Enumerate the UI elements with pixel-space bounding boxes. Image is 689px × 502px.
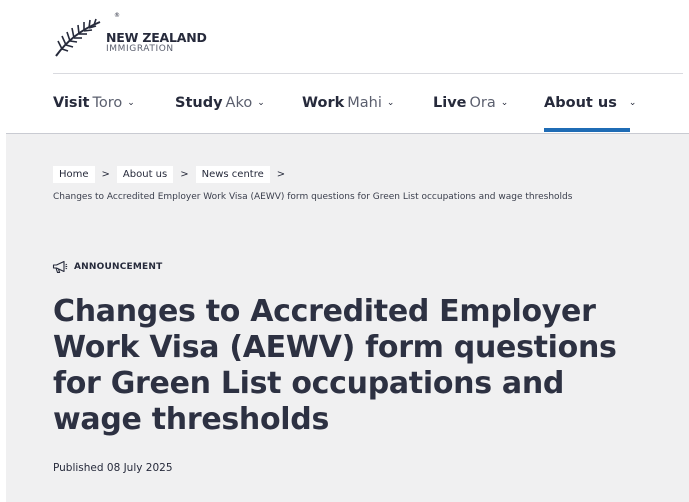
chevron-down-icon: ⌄: [628, 98, 637, 108]
nav-label-mi: Toro: [92, 95, 123, 111]
nav-item-study[interactable]: Study Ako ⌄: [175, 93, 265, 133]
chevron-down-icon: ⌄: [257, 98, 265, 108]
chevron-down-icon: ⌄: [386, 98, 395, 108]
breadcrumb-separator-icon: >: [180, 168, 189, 180]
main-content: Home > About us > News centre > Changes …: [6, 133, 689, 502]
header-divider: [53, 73, 683, 74]
nav-label-en: About us: [544, 95, 617, 111]
article-type: ANNOUNCEMENT: [52, 260, 162, 274]
megaphone-icon: [52, 260, 68, 274]
silver-fern-icon: [55, 18, 101, 57]
logo-text-immigration: IMMIGRATION: [106, 44, 174, 54]
breadcrumb-separator-icon: >: [276, 168, 286, 180]
nav-label-mi: Ora: [469, 95, 496, 111]
breadcrumb-current-page: Changes to Accredited Employer Work Visa…: [53, 192, 573, 202]
breadcrumb-home[interactable]: Home: [53, 165, 95, 183]
nav-label-en: Work: [302, 95, 345, 111]
nav-label-en: Study: [175, 95, 223, 111]
nav-label-en: Live: [433, 95, 467, 111]
article-type-label: ANNOUNCEMENT: [74, 262, 163, 272]
registered-mark: ®: [114, 12, 120, 19]
nav-item-visit[interactable]: Visit Toro ⌄: [53, 93, 135, 133]
nav-item-about-us[interactable]: About us ⌄: [544, 93, 636, 133]
chevron-down-icon: ⌄: [127, 98, 135, 108]
breadcrumb-separator-icon: >: [101, 168, 110, 180]
nav-label-mi: Mahi: [347, 95, 382, 111]
nav-item-work[interactable]: Work Mahi ⌄: [302, 93, 394, 133]
site-header: ® NEW ZEALAND IMMIGRATION Visit Toro ⌄ Stu…: [0, 0, 689, 133]
nav-active-indicator: [544, 128, 630, 132]
published-date: Published 08 July 2025: [53, 462, 173, 474]
page-title: Changes to Accredited Employer Work Visa…: [53, 294, 617, 437]
breadcrumb-news-centre[interactable]: News centre: [195, 165, 270, 183]
nav-item-live[interactable]: Live Ora ⌄: [433, 93, 508, 133]
breadcrumb: Home > About us > News centre >: [53, 164, 292, 184]
nav-label-mi: Ako: [225, 95, 253, 111]
logo-text-new-zealand: NEW ZEALAND: [106, 30, 207, 45]
nz-immigration-logo[interactable]: ® NEW ZEALAND IMMIGRATION: [54, 10, 224, 60]
nav-label-en: Visit: [53, 95, 90, 111]
breadcrumb-about-us[interactable]: About us: [116, 165, 174, 183]
chevron-down-icon: ⌄: [500, 98, 509, 108]
